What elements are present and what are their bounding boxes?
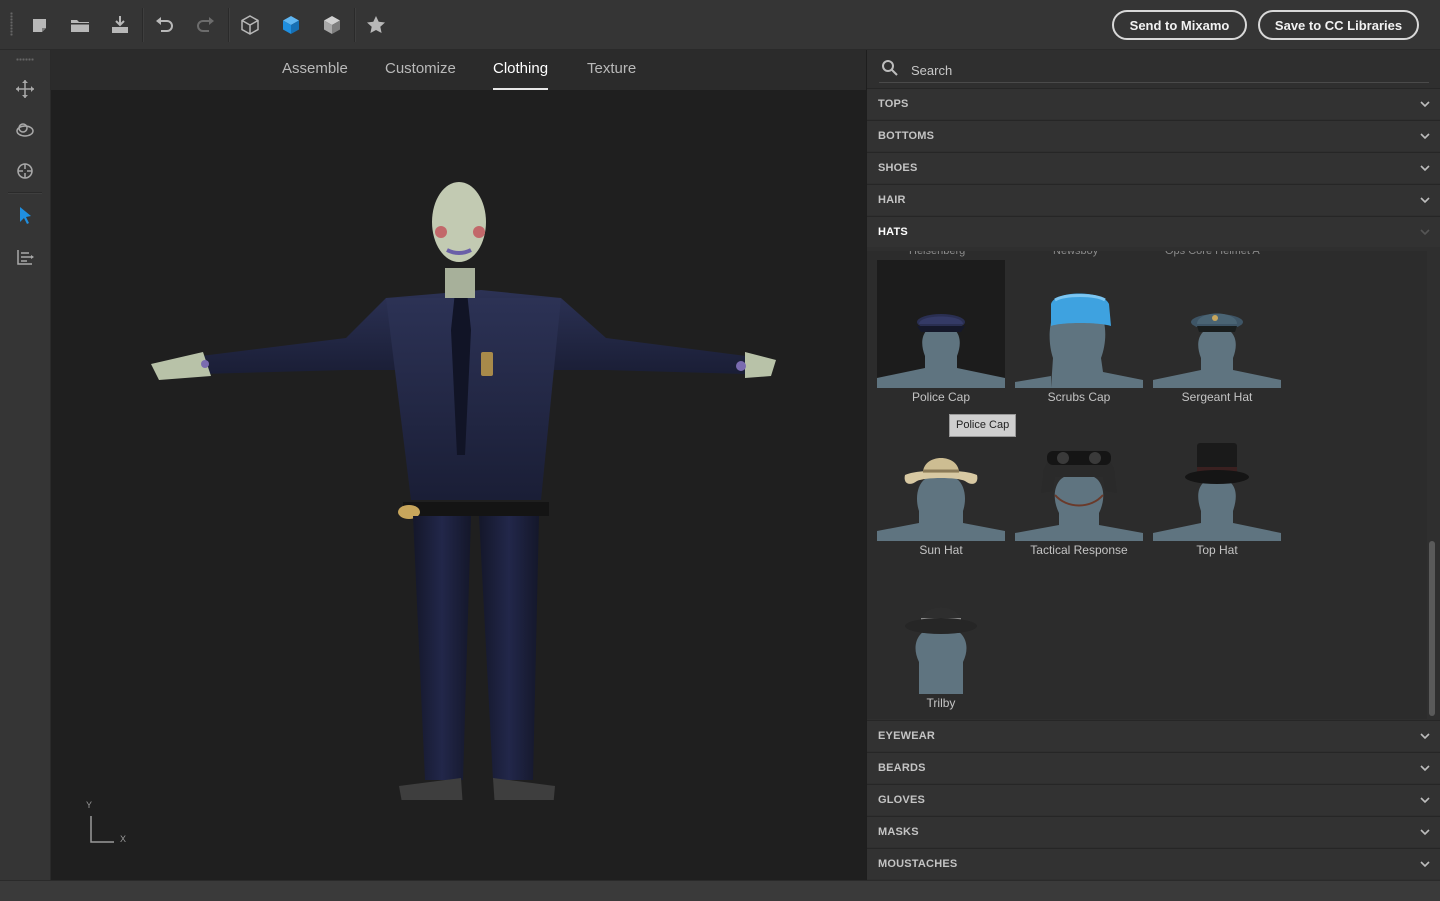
clothing-panel: TOPS BOTTOMS SHOES HAIR HATS Heisenberg … <box>867 50 1440 880</box>
axis-y-label: Y <box>86 800 93 810</box>
chevron-down-icon <box>1418 761 1432 775</box>
chevron-down-icon <box>1418 129 1432 143</box>
hats-scrollbar[interactable] <box>1428 251 1436 719</box>
police-cap-thumbnail <box>877 260 1005 388</box>
search-input[interactable] <box>909 58 1413 82</box>
category-label: SHOES <box>878 162 918 174</box>
item-label: Scrubs Cap <box>1047 390 1111 404</box>
pose-tool-icon[interactable] <box>14 246 36 268</box>
tab-assemble[interactable]: Assemble <box>282 60 348 77</box>
category-label: HAIR <box>878 194 906 206</box>
top-toolbar: Send to Mixamo Save to CC Libraries <box>0 0 1440 50</box>
chevron-down-icon <box>1418 825 1432 839</box>
cube-outline-icon[interactable] <box>238 13 262 37</box>
move-tool-icon[interactable] <box>14 78 36 100</box>
category-label: BOTTOMS <box>878 130 935 142</box>
hat-item-top-hat[interactable]: Top Hat <box>1153 413 1281 563</box>
chevron-down-icon <box>1418 729 1432 743</box>
search-bar <box>879 56 1429 83</box>
target-tool-icon[interactable] <box>14 160 36 182</box>
axis-x-label: X <box>120 834 127 844</box>
rail-grip <box>16 58 34 61</box>
category-hats[interactable]: HATS <box>867 216 1440 247</box>
category-label: GLOVES <box>878 794 926 806</box>
category-label: HATS <box>878 226 908 238</box>
category-tops[interactable]: TOPS <box>867 88 1440 119</box>
hats-grid: Heisenberg Newsboy Ops Core Helmet A Pol… <box>867 251 1427 719</box>
cube-shaded-icon[interactable] <box>279 13 303 37</box>
redo-icon[interactable] <box>194 13 218 37</box>
hat-item-sergeant-hat[interactable]: Sergeant Hat <box>1153 260 1281 410</box>
send-to-mixamo-button[interactable]: Send to Mixamo <box>1112 10 1247 40</box>
category-label: MASKS <box>878 826 919 838</box>
chevron-down-icon <box>1418 857 1432 871</box>
item-label: Sun Hat <box>919 543 963 557</box>
orbit-tool-icon[interactable] <box>14 119 36 141</box>
mode-tabs: Assemble Customize Clothing Texture <box>51 50 866 90</box>
star-icon[interactable] <box>364 13 388 37</box>
category-shoes[interactable]: SHOES <box>867 152 1440 183</box>
save-to-cc-libraries-button[interactable]: Save to CC Libraries <box>1258 10 1419 40</box>
axis-indicator: Y X <box>81 800 141 850</box>
status-bar <box>0 880 1440 901</box>
select-tool-icon[interactable] <box>14 204 36 226</box>
category-bottoms[interactable]: BOTTOMS <box>867 120 1440 151</box>
scrubs-cap-thumbnail <box>1015 260 1143 388</box>
sergeant-hat-thumbnail <box>1153 260 1281 388</box>
tab-clothing[interactable]: Clothing <box>493 60 549 90</box>
chevron-down-icon <box>1418 793 1432 807</box>
category-label: TOPS <box>878 98 909 110</box>
category-masks[interactable]: MASKS <box>867 816 1440 847</box>
tab-texture[interactable]: Texture <box>587 60 636 77</box>
item-label: Trilby <box>926 696 956 710</box>
character-model[interactable] <box>141 180 791 800</box>
category-label: EYEWEAR <box>878 730 936 742</box>
chevron-down-icon <box>1418 97 1432 111</box>
category-hair[interactable]: HAIR <box>867 184 1440 215</box>
save-icon[interactable] <box>108 13 132 37</box>
scroll-thumb[interactable] <box>1429 541 1435 716</box>
category-gloves[interactable]: GLOVES <box>867 784 1440 815</box>
undo-icon[interactable] <box>152 13 176 37</box>
hat-item-scrubs-cap[interactable]: Scrubs Cap <box>1015 260 1143 410</box>
open-folder-icon[interactable] <box>68 13 92 37</box>
item-label: Sergeant Hat <box>1181 390 1253 404</box>
top-hat-thumbnail <box>1153 413 1281 541</box>
chevron-down-icon <box>1418 193 1432 207</box>
tactical-response-thumbnail <box>1015 413 1143 541</box>
trilby-thumbnail <box>877 566 1005 694</box>
category-eyewear[interactable]: EYEWEAR <box>867 720 1440 751</box>
item-label: Tactical Response <box>1030 543 1128 557</box>
tab-customize[interactable]: Customize <box>385 60 456 77</box>
toolbar-grip[interactable] <box>10 12 13 36</box>
item-tooltip: Police Cap <box>949 414 1017 437</box>
clipped-item-label: Newsboy <box>1053 251 1099 257</box>
new-file-icon[interactable] <box>28 13 52 37</box>
hat-item-trilby[interactable]: Trilby <box>877 566 1005 716</box>
hat-item-tactical-response[interactable]: Tactical Response <box>1015 413 1143 563</box>
item-label: Top Hat <box>1196 543 1238 557</box>
category-label: MOUSTACHES <box>878 858 958 870</box>
left-tool-rail <box>0 50 51 880</box>
category-beards[interactable]: BEARDS <box>867 752 1440 783</box>
clipped-item-label: Heisenberg <box>909 251 966 257</box>
chevron-down-icon <box>1418 161 1432 175</box>
item-label: Police Cap <box>911 390 971 404</box>
category-label: BEARDS <box>878 762 926 774</box>
3d-viewport[interactable]: Assemble Customize Clothing Texture Y X <box>51 50 866 880</box>
cube-textured-icon[interactable] <box>320 13 344 37</box>
category-moustaches[interactable]: MOUSTACHES <box>867 848 1440 879</box>
clipped-item-label: Ops Core Helmet A <box>1165 251 1260 257</box>
hat-item-police-cap[interactable]: Police Cap <box>877 260 1005 410</box>
search-icon <box>882 60 898 76</box>
chevron-down-icon <box>1418 225 1432 239</box>
